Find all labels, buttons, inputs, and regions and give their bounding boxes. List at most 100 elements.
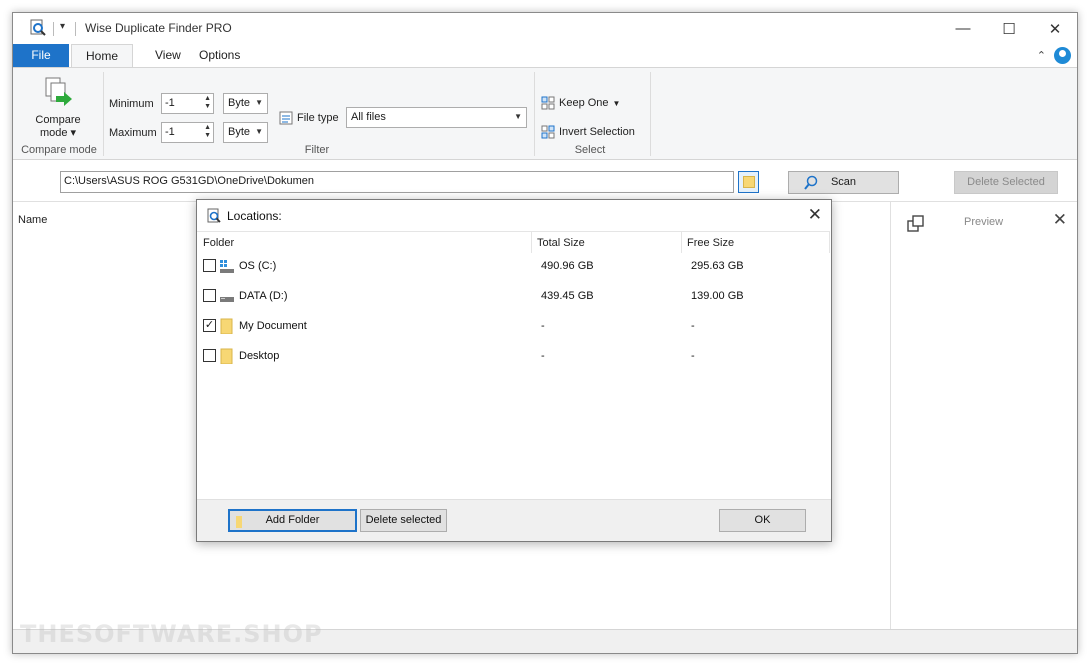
close-icon[interactable]: ✕: [808, 205, 822, 225]
keep-one-label: Keep One: [559, 97, 609, 109]
location-checkbox[interactable]: [203, 259, 216, 272]
minimum-label: Minimum: [109, 98, 154, 110]
location-row[interactable]: Desktop - -: [197, 341, 830, 371]
group-separator: [103, 72, 104, 156]
title-bar: ▾ Wise Duplicate Finder PRO — ☐ ✕: [13, 13, 1077, 44]
compare-mode-button[interactable]: Compare mode ▾: [29, 74, 87, 140]
keep-one-icon: [541, 96, 555, 110]
tab-home[interactable]: Home: [71, 44, 134, 69]
location-checkbox[interactable]: ✓: [203, 319, 216, 332]
file-type-label: File type: [297, 112, 339, 124]
search-icon: [803, 175, 819, 199]
drive-icon: [219, 288, 235, 307]
compare-mode-icon: [42, 76, 74, 110]
close-icon[interactable]: ✕: [1032, 13, 1077, 44]
group-separator: [534, 72, 535, 156]
browse-folder-button[interactable]: [738, 171, 759, 193]
location-row[interactable]: OS (C:) 490.96 GB 295.63 GB: [197, 251, 830, 281]
location-name: My Document: [239, 320, 307, 332]
scan-label: Scan: [830, 176, 857, 188]
file-type-value: All files: [351, 111, 386, 123]
account-icon[interactable]: [1054, 47, 1071, 64]
location-row[interactable]: ✓ My Document - -: [197, 311, 830, 341]
maximum-value: -1: [165, 126, 175, 138]
path-bar: C:\Users\ASUS ROG G531GD\OneDrive\Dokume…: [13, 161, 1077, 201]
location-total-size: -: [541, 320, 545, 332]
spinner-arrows-icon[interactable]: ▲ ▼: [204, 124, 211, 140]
invert-selection-button[interactable]: Invert Selection: [541, 125, 635, 139]
maximum-label: Maximum: [109, 127, 157, 139]
column-header-free-size[interactable]: Free Size: [687, 237, 734, 249]
delete-selected-location-button[interactable]: Delete selected: [360, 509, 447, 532]
minimum-stepper[interactable]: -1 ▲ ▼: [161, 93, 214, 114]
dialog-title-bar: Locations: ✕: [197, 200, 831, 230]
file-type-label-group: File type: [279, 111, 339, 125]
column-separator[interactable]: [531, 232, 532, 253]
location-free-size: 139.00 GB: [691, 290, 744, 302]
group-label-select: Select: [574, 144, 606, 156]
chevron-down-icon: ▼: [255, 98, 263, 107]
location-name: Desktop: [239, 350, 280, 362]
add-folder-button[interactable]: Add Folder: [228, 509, 357, 532]
path-input[interactable]: C:\Users\ASUS ROG G531GD\OneDrive\Dokume…: [60, 171, 734, 193]
minimize-icon[interactable]: —: [940, 13, 986, 44]
group-separator: [650, 72, 651, 156]
chevron-down-icon: ▼: [255, 127, 263, 136]
preview-label: Preview: [964, 216, 1004, 228]
location-name: DATA (D:): [239, 290, 288, 302]
dialog-title: Locations:: [227, 209, 282, 223]
maximize-icon[interactable]: ☐: [986, 13, 1032, 44]
locations-list-header: Folder Total Size Free Size: [197, 231, 830, 253]
location-total-size: 490.96 GB: [541, 260, 594, 272]
folder-icon: [743, 176, 755, 188]
ok-button[interactable]: OK: [719, 509, 806, 532]
file-type-icon: [279, 111, 293, 125]
keep-one-button[interactable]: Keep One ▼: [541, 96, 620, 110]
column-header-name[interactable]: Name: [18, 214, 47, 226]
column-separator[interactable]: [829, 232, 830, 253]
location-row[interactable]: DATA (D:) 439.45 GB 139.00 GB: [197, 281, 830, 311]
chevron-down-icon: ▼: [612, 98, 621, 108]
maximum-unit-value: Byte: [228, 126, 251, 138]
folder-icon: [236, 516, 242, 528]
collapse-ribbon-icon[interactable]: ⌃: [1037, 49, 1046, 62]
close-preview-icon[interactable]: ✕: [1053, 210, 1067, 230]
ribbon-right-controls: ⌃: [1037, 47, 1071, 64]
group-label-compare-mode: Compare mode: [21, 144, 97, 156]
window-title: Wise Duplicate Finder PRO: [85, 21, 232, 35]
invert-selection-label: Invert Selection: [559, 126, 635, 138]
chevron-down-icon: ▼: [514, 112, 522, 121]
column-header-total-size[interactable]: Total Size: [537, 237, 585, 249]
location-checkbox[interactable]: [203, 349, 216, 362]
delete-selected-button[interactable]: Delete Selected: [954, 171, 1058, 194]
location-checkbox[interactable]: [203, 289, 216, 302]
file-type-select[interactable]: All files ▼: [346, 107, 527, 128]
compare-mode-label: Compare mode ▾: [35, 114, 81, 139]
locations-dialog: Locations: ✕ Folder Total Size Free Size…: [196, 199, 832, 542]
location-free-size: -: [691, 320, 695, 332]
column-header-folder[interactable]: Folder: [203, 237, 234, 249]
minimum-value: -1: [165, 97, 175, 109]
tab-file[interactable]: File: [13, 44, 69, 68]
scan-button[interactable]: Scan: [788, 171, 899, 194]
minimum-unit-value: Byte: [228, 97, 251, 109]
folder-icon: [219, 348, 235, 367]
quick-access-dropdown-icon[interactable]: ▾: [60, 21, 65, 32]
detach-preview-icon[interactable]: [907, 215, 925, 236]
titlebar-separator: [53, 22, 54, 36]
column-separator[interactable]: [681, 232, 682, 253]
tab-options[interactable]: Options: [185, 44, 254, 68]
ribbon-tabs: File Home View Options: [13, 44, 1077, 69]
location-free-size: 295.63 GB: [691, 260, 744, 272]
add-folder-label: Add Folder: [265, 514, 320, 526]
group-label-filter: Filter: [304, 144, 330, 156]
minimum-unit-select[interactable]: Byte ▼: [223, 93, 268, 114]
invert-selection-icon: [541, 125, 555, 139]
location-total-size: 439.45 GB: [541, 290, 594, 302]
spinner-arrows-icon[interactable]: ▲ ▼: [204, 95, 211, 111]
app-logo-icon: [29, 19, 47, 37]
maximum-stepper[interactable]: -1 ▲ ▼: [161, 122, 214, 143]
preview-pane: Preview ✕: [890, 202, 1077, 629]
app-logo-icon: [206, 208, 222, 227]
maximum-unit-select[interactable]: Byte ▼: [223, 122, 268, 143]
